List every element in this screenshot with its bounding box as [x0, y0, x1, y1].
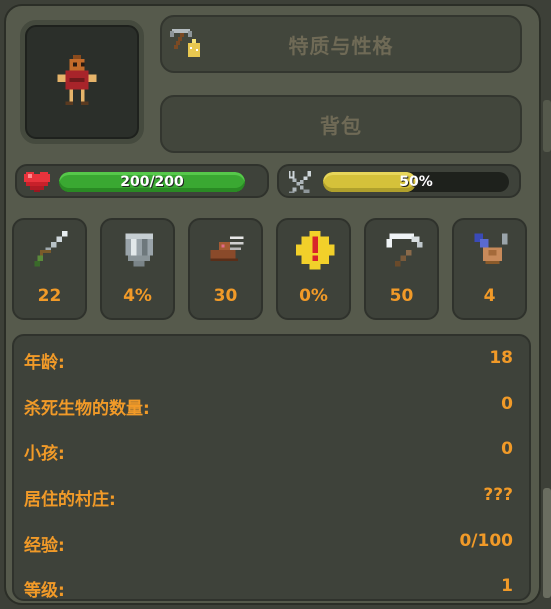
stat-attack-speed[interactable]: 50	[364, 218, 439, 320]
traits-button[interactable]: 特质与性格	[160, 15, 522, 73]
hunger-track: 50%	[323, 172, 509, 192]
info-value: 0/100	[459, 531, 513, 551]
hunger-bar: 50%	[277, 164, 521, 198]
info-value: ???	[483, 485, 513, 505]
info-label: 经验:	[24, 536, 65, 556]
info-row-kills: 杀死生物的数量: 0	[14, 390, 529, 420]
panel-edge-top	[543, 100, 551, 152]
pickaxe-icon	[170, 29, 200, 57]
stat-crit[interactable]: 0%	[276, 218, 351, 320]
sword-icon	[34, 230, 68, 267]
critical-star-icon	[295, 230, 335, 270]
stat-range[interactable]: 4	[452, 218, 527, 320]
info-label: 居住的村庄:	[24, 490, 116, 510]
health-bar: 200/200	[15, 164, 269, 198]
scythe-icon	[386, 233, 423, 267]
stat-speed-value: 30	[213, 286, 238, 306]
info-label: 杀死生物的数量:	[24, 399, 150, 419]
info-label: 小孩:	[24, 444, 65, 464]
info-value: 0	[501, 439, 513, 459]
scrollbar[interactable]	[543, 488, 551, 598]
stat-attack-speed-value: 50	[389, 286, 414, 306]
traits-label: 特质与性格	[288, 33, 394, 58]
stat-speed[interactable]: 30	[188, 218, 263, 320]
hunger-value: 50%	[399, 174, 433, 190]
health-track: 200/200	[59, 172, 245, 192]
info-value: 0	[501, 394, 513, 414]
info-value: 18	[489, 348, 513, 368]
shield-icon	[125, 233, 153, 267]
info-row-age: 年龄: 18	[14, 344, 529, 374]
info-panel: 年龄: 18 杀死生物的数量: 0 小孩: 0 居住的村庄: ??? 经验: 0…	[12, 334, 531, 601]
range-hand-icon	[474, 233, 508, 264]
fork-knife-icon	[288, 170, 312, 194]
unit-avatar	[57, 55, 97, 106]
stat-range-value: 4	[483, 286, 496, 306]
info-value: 1	[501, 576, 513, 596]
stat-armor-value: 4%	[123, 286, 152, 306]
info-row-experience: 经验: 0/100	[14, 527, 529, 557]
info-label: 年龄:	[24, 353, 65, 373]
heart-icon	[24, 172, 50, 192]
stat-damage[interactable]: 22	[12, 218, 87, 320]
unit-portrait[interactable]	[20, 20, 144, 144]
stat-damage-value: 22	[37, 286, 62, 306]
info-row-village[interactable]: 居住的村庄: ???	[14, 481, 529, 511]
info-row-level: 等级: 1	[14, 572, 529, 602]
bag-label: 背包	[320, 113, 362, 138]
stat-armor[interactable]: 4%	[100, 218, 175, 320]
info-label: 等级:	[24, 581, 65, 601]
stat-crit-value: 0%	[299, 286, 328, 306]
winged-boot-icon	[210, 236, 244, 261]
health-value: 200/200	[120, 174, 184, 190]
bag-button[interactable]: 背包	[160, 95, 522, 153]
info-row-children: 小孩: 0	[14, 435, 529, 465]
